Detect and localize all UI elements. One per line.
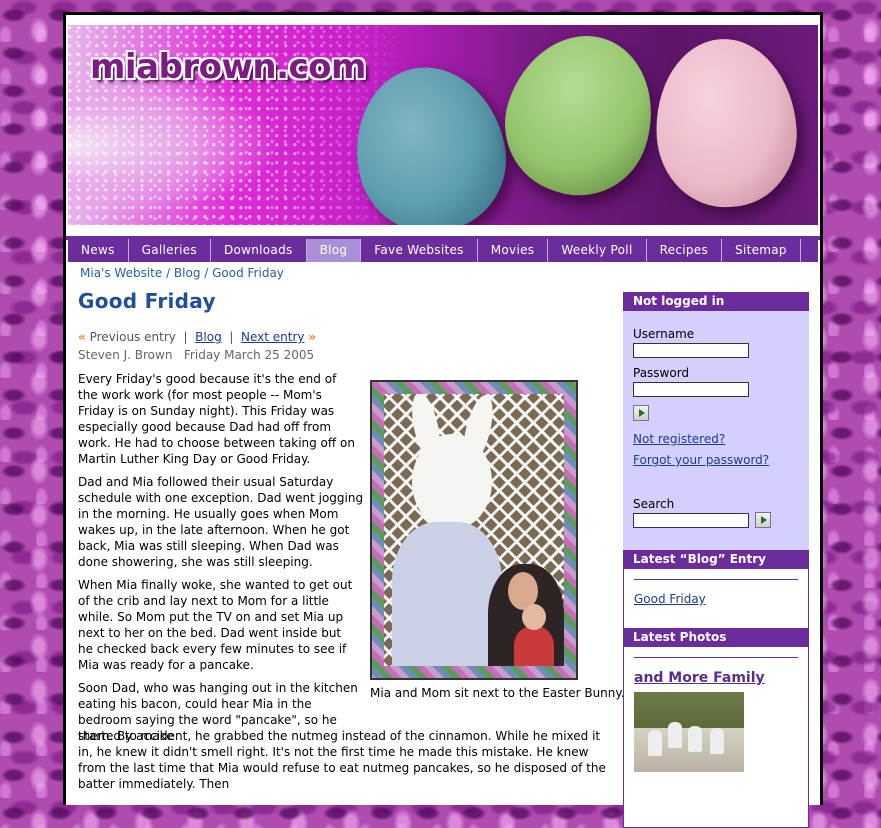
nav-item-sitemap[interactable]: Sitemap bbox=[722, 239, 801, 262]
right-arrow-icon: » bbox=[308, 330, 317, 344]
breadcrumb: Mia's Website / Blog / Good Friday bbox=[80, 266, 284, 280]
header-banner: miabrown.com bbox=[68, 25, 818, 225]
password-field[interactable] bbox=[633, 382, 749, 397]
nav-item-weekly-poll[interactable]: Weekly Poll bbox=[548, 239, 647, 262]
person-figure bbox=[648, 730, 662, 756]
bunny-head bbox=[412, 434, 492, 530]
photo-album-link[interactable]: and More Family bbox=[634, 670, 765, 686]
breadcrumb-current[interactable]: Good Friday bbox=[212, 266, 284, 280]
nav-item-recipes[interactable]: Recipes bbox=[647, 239, 723, 262]
latest-photos-box: Latest Photos and More Family bbox=[623, 628, 809, 828]
nav-item-galleries[interactable]: Galleries bbox=[129, 239, 211, 262]
login-box: Not logged in Username Password Not regi… bbox=[623, 292, 809, 489]
page-title: Good Friday bbox=[78, 289, 216, 313]
search-label: Search bbox=[633, 497, 675, 511]
search-box: Search bbox=[623, 489, 809, 551]
entry-paragraph: Every Friday's good because it's the end… bbox=[78, 372, 355, 466]
nav-item-fave-websites[interactable]: Fave Websites bbox=[361, 239, 478, 262]
latest-photos-heading: Latest Photos bbox=[623, 628, 809, 647]
person-figure bbox=[710, 728, 724, 754]
main-nav: News Galleries Downloads Blog Fave Websi… bbox=[68, 239, 818, 262]
latest-blog-heading: Latest “Blog” Entry bbox=[623, 550, 809, 569]
mia-face bbox=[522, 604, 546, 630]
entry-paragraph: When Mia finally woke, she wanted to get… bbox=[78, 578, 353, 672]
forgot-password-link[interactable]: Forgot your password? bbox=[633, 453, 799, 467]
mia-figure bbox=[514, 626, 554, 666]
page-container: miabrown.com News Galleries Downloads Bl… bbox=[63, 12, 823, 828]
divider bbox=[634, 579, 798, 580]
nav-item-news[interactable]: News bbox=[68, 239, 129, 262]
breadcrumb-blog-link[interactable]: Blog bbox=[174, 266, 201, 280]
blog-link[interactable]: Blog bbox=[195, 330, 222, 344]
bunny-body bbox=[392, 522, 502, 666]
username-field[interactable] bbox=[633, 343, 749, 358]
latest-blog-body: Good Friday bbox=[623, 569, 809, 634]
breadcrumb-home-link[interactable]: Mia's Website bbox=[80, 266, 162, 280]
photo-thumbnail[interactable] bbox=[634, 692, 744, 772]
search-submit-button[interactable] bbox=[755, 511, 771, 528]
nav-item-movies[interactable]: Movies bbox=[478, 239, 549, 262]
entry-date: Friday March 25 2005 bbox=[183, 348, 315, 362]
login-body: Username Password Not registered? Forgot… bbox=[623, 311, 809, 489]
author: Steven J. Brown bbox=[78, 348, 173, 362]
latest-photos-body: and More Family bbox=[623, 647, 809, 828]
previous-entry-label: Previous entry bbox=[89, 330, 176, 344]
entry-paragraph: Dad and Mia followed their usual Saturda… bbox=[78, 475, 364, 569]
photo-caption: Mia and Mom sit next to the Easter Bunny… bbox=[370, 686, 625, 700]
site-logo[interactable]: miabrown.com bbox=[90, 47, 366, 87]
search-body: Search bbox=[623, 489, 809, 551]
easter-bunny-photo[interactable] bbox=[370, 380, 578, 680]
byline: Steven J. Brown Friday March 25 2005 bbox=[78, 348, 314, 362]
person-figure bbox=[668, 722, 682, 748]
divider bbox=[634, 657, 798, 658]
entry-paragraph: them. By accident, he grabbed the nutmeg… bbox=[78, 729, 606, 791]
password-label: Password bbox=[633, 366, 690, 380]
latest-blog-link[interactable]: Good Friday bbox=[634, 592, 798, 606]
breadcrumb-separator: / bbox=[200, 266, 213, 280]
login-heading: Not logged in bbox=[623, 292, 809, 311]
left-arrow-icon: « bbox=[78, 330, 86, 344]
person-figure bbox=[688, 726, 702, 752]
nav-item-blog[interactable]: Blog bbox=[306, 239, 362, 262]
entry-navigation: « Previous entry | Blog | Next entry » bbox=[78, 330, 317, 344]
nav-item-downloads[interactable]: Downloads bbox=[211, 239, 307, 262]
latest-blog-box: Latest “Blog” Entry Good Friday bbox=[623, 550, 809, 634]
not-registered-link[interactable]: Not registered? bbox=[633, 432, 799, 446]
next-entry-link[interactable]: Next entry bbox=[241, 330, 305, 344]
username-label: Username bbox=[633, 327, 695, 341]
login-submit-button[interactable] bbox=[633, 405, 649, 421]
search-input[interactable] bbox=[633, 513, 749, 528]
photo-image bbox=[384, 394, 564, 666]
breadcrumb-separator: / bbox=[162, 266, 174, 280]
